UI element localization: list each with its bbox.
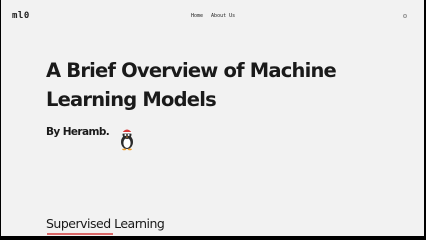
section-heading-supervised-learning: Supervised Learning: [46, 216, 165, 231]
author-byline: By Heramb.: [46, 126, 110, 138]
site-logo[interactable]: ml0: [12, 11, 30, 21]
page-title: A Brief Overview of Machine Learning Mod…: [46, 59, 337, 111]
penguin-mascot-icon: [121, 129, 133, 151]
heading-underline-accent: [47, 233, 113, 235]
theme-toggle-icon[interactable]: [403, 14, 407, 18]
nav-links: Home About Us: [191, 13, 235, 19]
browser-viewport: ml0 Home About Us A Brief Overview of Ma…: [1, 0, 424, 236]
top-navbar: ml0 Home About Us: [1, 0, 424, 34]
nav-link-home[interactable]: Home: [191, 13, 203, 19]
nav-link-about-us[interactable]: About Us: [211, 13, 235, 19]
